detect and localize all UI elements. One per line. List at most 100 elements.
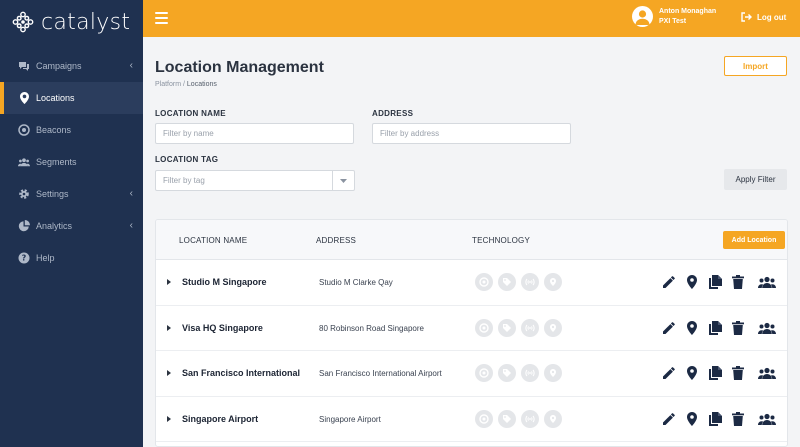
- breadcrumb: Platform / Locations: [155, 81, 217, 88]
- sidebar-item-label: Locations: [36, 93, 75, 103]
- users-group-icon[interactable]: [757, 411, 777, 427]
- wireless-tech-icon: [521, 273, 539, 291]
- chevron-left-icon: ‹: [129, 60, 133, 71]
- technology-indicators: [475, 364, 562, 382]
- user-profile[interactable]: Anton Monaghan PXI Test: [632, 6, 716, 27]
- location-name-input[interactable]: [155, 123, 354, 144]
- map-pin-icon[interactable]: [684, 411, 700, 427]
- geofence-tech-icon: [544, 273, 562, 291]
- main-content: Location Management Platform / Locations…: [143, 37, 800, 447]
- copy-icon[interactable]: [707, 365, 723, 381]
- beacon-tech-icon: [475, 364, 493, 382]
- sidebar-item-settings[interactable]: Settings ‹: [0, 178, 143, 210]
- tag-tech-icon: [498, 273, 516, 291]
- apply-filter-button[interactable]: Apply Filter: [724, 169, 787, 190]
- sidebar-item-locations[interactable]: Locations: [0, 82, 143, 114]
- copy-icon[interactable]: [707, 274, 723, 290]
- table-header: LOCATION NAME ADDRESS TECHNOLOGY Add Loc…: [156, 220, 787, 260]
- table-row[interactable]: Studio M Singapore Studio M Clarke Qay: [156, 260, 787, 306]
- copy-icon[interactable]: [707, 320, 723, 336]
- wireless-tech-icon: [521, 409, 539, 428]
- geofence-tech-icon: [544, 318, 562, 337]
- chat-bubbles-icon: [18, 60, 30, 72]
- logout-icon: [741, 12, 752, 22]
- expand-caret-icon[interactable]: [167, 279, 171, 285]
- user-name: Anton Monaghan: [659, 7, 717, 15]
- column-header-address: ADDRESS: [316, 236, 357, 245]
- expand-caret-icon[interactable]: [167, 324, 171, 331]
- add-location-button[interactable]: Add Location: [723, 231, 785, 249]
- sidebar: catalyst Campaigns ‹ Locations Beacons S…: [0, 0, 143, 447]
- users-group-icon[interactable]: [757, 274, 777, 290]
- hamburger-menu-icon[interactable]: [155, 12, 168, 24]
- map-pin-icon[interactable]: [684, 365, 700, 381]
- table-row[interactable]: Singapore Airport Singapore Airport: [156, 397, 787, 442]
- address-input[interactable]: [372, 123, 571, 144]
- row-actions: [661, 274, 777, 290]
- geofence-tech-icon: [544, 409, 562, 428]
- expand-caret-icon[interactable]: [167, 370, 171, 376]
- edit-pencil-icon[interactable]: [661, 274, 677, 290]
- sidebar-item-label: Help: [36, 253, 55, 263]
- brand-name: catalyst: [41, 9, 131, 35]
- logout-label: Log out: [757, 12, 787, 22]
- copy-icon[interactable]: [707, 411, 723, 427]
- chevron-down-icon[interactable]: [332, 171, 354, 190]
- table-body: Studio M Singapore Studio M Clarke Qay V…: [156, 260, 787, 442]
- trash-icon[interactable]: [730, 411, 746, 427]
- sidebar-item-label: Segments: [36, 157, 77, 167]
- sidebar-nav: Campaigns ‹ Locations Beacons Segments S…: [0, 50, 143, 274]
- pie-chart-icon: [18, 220, 30, 232]
- location-tag-select[interactable]: Filter by tag: [155, 170, 355, 191]
- edit-pencil-icon[interactable]: [661, 365, 677, 381]
- expand-caret-icon[interactable]: [167, 415, 171, 422]
- import-button[interactable]: Import: [724, 56, 787, 76]
- location-name: Visa HQ Singapore: [182, 322, 263, 333]
- svg-text:?: ?: [22, 254, 27, 263]
- trash-icon[interactable]: [730, 320, 746, 336]
- question-icon: ?: [18, 252, 30, 264]
- location-name: Singapore Airport: [182, 413, 259, 424]
- users-group-icon[interactable]: [757, 365, 777, 381]
- table-row[interactable]: Visa HQ Singapore 80 Robinson Road Singa…: [156, 306, 787, 351]
- sidebar-item-help[interactable]: ? Help: [0, 242, 143, 274]
- location-name: San Francisco International: [182, 368, 301, 378]
- sidebar-item-label: Campaigns: [36, 61, 82, 71]
- edit-pencil-icon[interactable]: [661, 320, 677, 336]
- location-address: Singapore Airport: [319, 414, 381, 424]
- table-row[interactable]: San Francisco International San Francisc…: [156, 351, 787, 397]
- sidebar-item-beacons[interactable]: Beacons: [0, 114, 143, 146]
- edit-pencil-icon[interactable]: [661, 411, 677, 427]
- geofence-tech-icon: [544, 364, 562, 382]
- row-actions: [661, 320, 777, 336]
- trash-icon[interactable]: [730, 274, 746, 290]
- row-actions: [661, 411, 777, 427]
- sidebar-item-segments[interactable]: Segments: [0, 146, 143, 178]
- tag-tech-icon: [498, 318, 516, 337]
- map-pin-icon[interactable]: [684, 320, 700, 336]
- column-header-technology: TECHNOLOGY: [472, 236, 531, 245]
- gear-icon: [18, 188, 30, 200]
- chevron-left-icon: ‹: [129, 220, 133, 231]
- sidebar-item-analytics[interactable]: Analytics ‹: [0, 210, 143, 242]
- users-group-icon[interactable]: [757, 320, 777, 336]
- map-pin-icon[interactable]: [684, 274, 700, 290]
- breadcrumb-current: Locations: [186, 81, 217, 88]
- logout-button[interactable]: Log out: [741, 12, 786, 22]
- wireless-tech-icon: [521, 364, 539, 382]
- sidebar-item-campaigns[interactable]: Campaigns ‹: [0, 50, 143, 82]
- location-tag-label: LOCATION TAG: [155, 155, 219, 164]
- avatar: [632, 6, 653, 27]
- trash-icon[interactable]: [730, 365, 746, 381]
- locations-table: LOCATION NAME ADDRESS TECHNOLOGY Add Loc…: [155, 219, 788, 447]
- user-org: PXI Test: [659, 17, 687, 25]
- breadcrumb-root[interactable]: Platform: [155, 81, 181, 88]
- location-tag-placeholder: Filter by tag: [163, 176, 205, 185]
- technology-indicators: [475, 273, 562, 291]
- location-address: San Francisco International Airport: [319, 369, 442, 378]
- location-address: Studio M Clarke Qay: [319, 278, 393, 287]
- map-pin-icon: [18, 92, 30, 104]
- chevron-left-icon: ‹: [129, 188, 133, 199]
- technology-indicators: [475, 409, 562, 428]
- brand[interactable]: catalyst: [0, 0, 143, 44]
